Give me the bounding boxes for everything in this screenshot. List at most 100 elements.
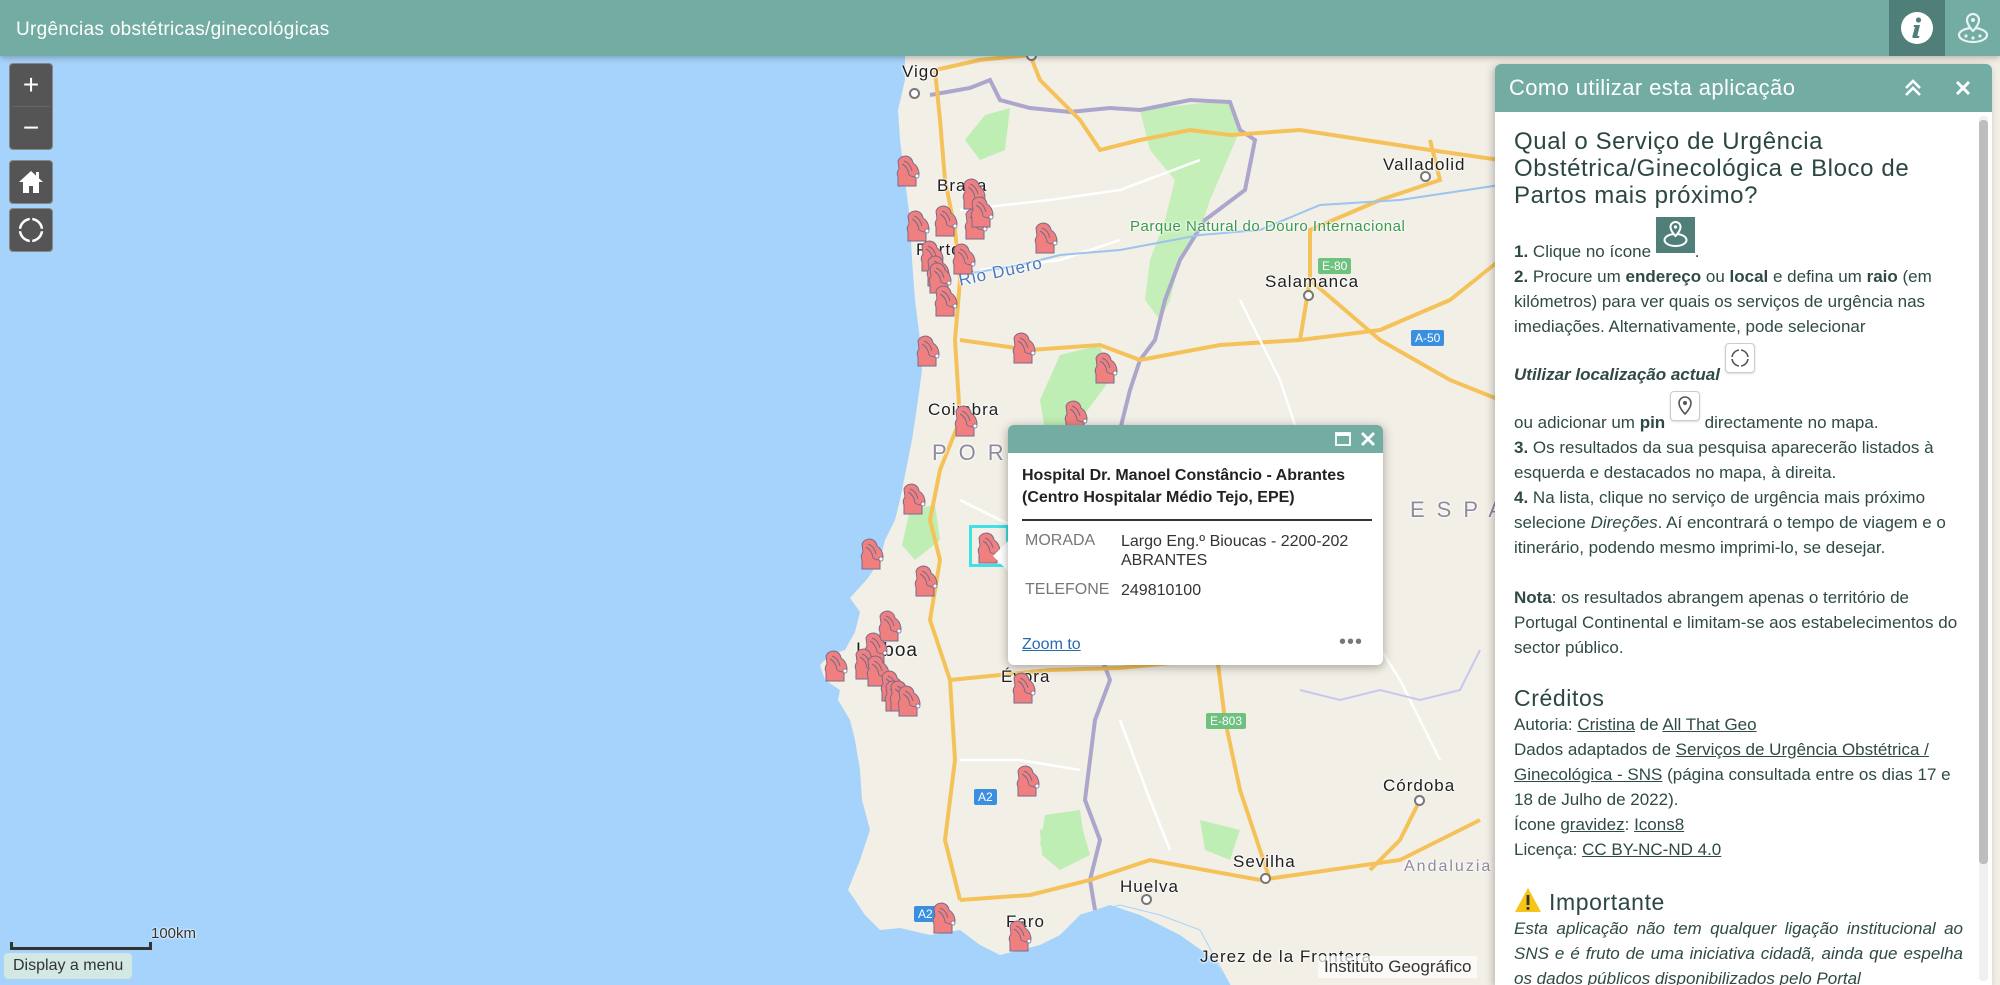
hospital-marker[interactable] [856, 538, 886, 570]
label-andaluzia: Andaluzia [1404, 858, 1493, 875]
step-emphasis: Utilizar localização actual [1514, 365, 1720, 384]
pin-icon [1669, 391, 1700, 421]
pregnancy-icon [896, 155, 920, 187]
label-jerez: Jerez de la Frontera [1200, 947, 1373, 966]
locate-button[interactable] [10, 209, 52, 251]
locate-crosshair-icon [1724, 343, 1755, 373]
credits-license: Licença: CC BY-NC-ND 4.0 [1514, 837, 1963, 862]
step-emphasis: endereço [1625, 267, 1702, 286]
home-control [9, 160, 53, 204]
step-number: 2. [1514, 267, 1529, 286]
step-1: 1. Clique no ícone . [1514, 217, 1963, 264]
nearby-search-button[interactable] [1945, 0, 2000, 56]
pregnancy-icon [1034, 222, 1058, 254]
icon-link[interactable]: gravidez [1560, 815, 1624, 834]
pregnancy-icon [1008, 920, 1032, 952]
hospital-marker[interactable] [948, 243, 978, 275]
pregnancy-icon [934, 205, 958, 237]
credits-icon: Ícone gravidez: Icons8 [1514, 812, 1963, 837]
hospital-marker[interactable] [898, 483, 928, 515]
info-icon [1901, 12, 1933, 44]
panel-header: Como utilizar esta aplicação [1495, 64, 1992, 112]
pregnancy-icon [952, 243, 976, 275]
step-text: . [1694, 242, 1700, 261]
home-button[interactable] [10, 161, 52, 203]
popup-maximize-button[interactable] [1332, 428, 1354, 450]
hospital-marker[interactable] [893, 685, 923, 717]
step-text: ou [1705, 267, 1725, 286]
panel-title: Como utilizar esta aplicação [1509, 75, 1796, 100]
pregnancy-icon [1012, 332, 1036, 364]
hospital-marker[interactable] [902, 210, 932, 242]
hospital-marker[interactable] [1090, 352, 1120, 384]
important-text: Esta aplicação não tem qualquer ligação … [1514, 919, 1963, 985]
popup-close-button[interactable] [1357, 428, 1379, 450]
info-button[interactable] [1889, 0, 1945, 56]
more-actions-button[interactable]: ••• [1339, 631, 1363, 654]
credits-text: Licença: [1514, 840, 1578, 859]
scale-bar-label: 100km [151, 925, 197, 942]
icon-source-link[interactable]: Icons8 [1634, 815, 1684, 834]
hospital-marker[interactable] [966, 196, 996, 228]
pregnancy-icon [897, 685, 921, 717]
step-text: ou adicionar um [1514, 413, 1635, 432]
step-emphasis: raio [1866, 267, 1898, 286]
label-park: Parque Natural do Douro Internacional [1130, 218, 1405, 235]
step-2: 2. Procure um endereço ou local e defina… [1514, 264, 1963, 435]
road-shield-e803: E-803 [1206, 713, 1247, 729]
pregnancy-icon [954, 405, 978, 437]
license-link[interactable]: CC BY-NC-ND 4.0 [1582, 840, 1721, 859]
scale-bar-line [10, 942, 152, 950]
hospital-marker[interactable] [930, 285, 960, 317]
collapse-panel-button[interactable] [1901, 76, 1925, 100]
credits-text: Ícone [1514, 815, 1556, 834]
organization-link[interactable]: All That Geo [1662, 715, 1756, 734]
hospital-marker[interactable] [892, 155, 922, 187]
hospital-marker[interactable] [1008, 332, 1038, 364]
zoom-to-link[interactable]: Zoom to [1022, 636, 1081, 654]
field-value: 249810100 [1121, 582, 1202, 599]
step-text: Clique no ícone [1532, 242, 1652, 261]
label-vigo: Vigo [902, 62, 940, 81]
popup-divider [1022, 519, 1372, 521]
road-shield-e80: E-80 [1318, 258, 1352, 274]
hospital-marker[interactable] [1012, 765, 1042, 797]
chevrons-up-icon [1905, 79, 1921, 96]
hospital-marker[interactable] [930, 205, 960, 237]
city-dot-vigo [909, 88, 920, 99]
hospital-marker[interactable] [928, 902, 958, 934]
step-emphasis: local [1729, 267, 1769, 286]
city-dot-cordoba [1414, 795, 1425, 806]
pregnancy-icon [970, 196, 994, 228]
important-heading: Importante [1514, 887, 1963, 916]
popup-field-phone: TELEFONE 249810100 [1025, 581, 1371, 600]
panel-scrollbar-thumb[interactable] [1979, 120, 1988, 864]
road-shield-a2: A2 [974, 789, 997, 805]
pregnancy-icon [1016, 765, 1040, 797]
hospital-marker[interactable] [820, 650, 850, 682]
pregnancy-icon [916, 335, 940, 367]
pregnancy-icon [824, 650, 848, 682]
hospital-marker[interactable] [1008, 672, 1038, 704]
hospital-marker[interactable] [950, 405, 980, 437]
hospital-marker[interactable] [1004, 920, 1034, 952]
hospital-marker[interactable] [910, 565, 940, 597]
panel-body: Qual o Serviço de Urgência Obstétrica/Gi… [1495, 112, 1977, 985]
step-number: 1. [1514, 242, 1529, 261]
popup-field-address: MORADA Largo Eng.º Bioucas - 2200-202 ABR… [1025, 532, 1371, 570]
home-icon [19, 171, 43, 193]
field-label: MORADA [1025, 532, 1096, 549]
zoom-out-button[interactable]: − [10, 107, 52, 149]
hospital-marker[interactable] [912, 335, 942, 367]
zoom-in-button[interactable]: + [10, 64, 52, 106]
hospital-marker[interactable] [1030, 222, 1060, 254]
close-panel-button[interactable] [1951, 76, 1975, 100]
author-link[interactable]: Cristina [1577, 715, 1635, 734]
panel-heading: Qual o Serviço de Urgência Obstétrica/Gi… [1514, 128, 1910, 209]
city-dot-sevilha [1260, 873, 1271, 884]
app-title: Urgências obstétricas/ginecológicas [16, 19, 330, 40]
pregnancy-icon [902, 483, 926, 515]
popup-title: Hospital Dr. Manoel Constâncio - Abrante… [1022, 467, 1346, 506]
field-value: Largo Eng.º Bioucas - 2200-202 ABRANTES [1121, 533, 1349, 569]
display-menu-button[interactable]: Display a menu [4, 953, 133, 979]
